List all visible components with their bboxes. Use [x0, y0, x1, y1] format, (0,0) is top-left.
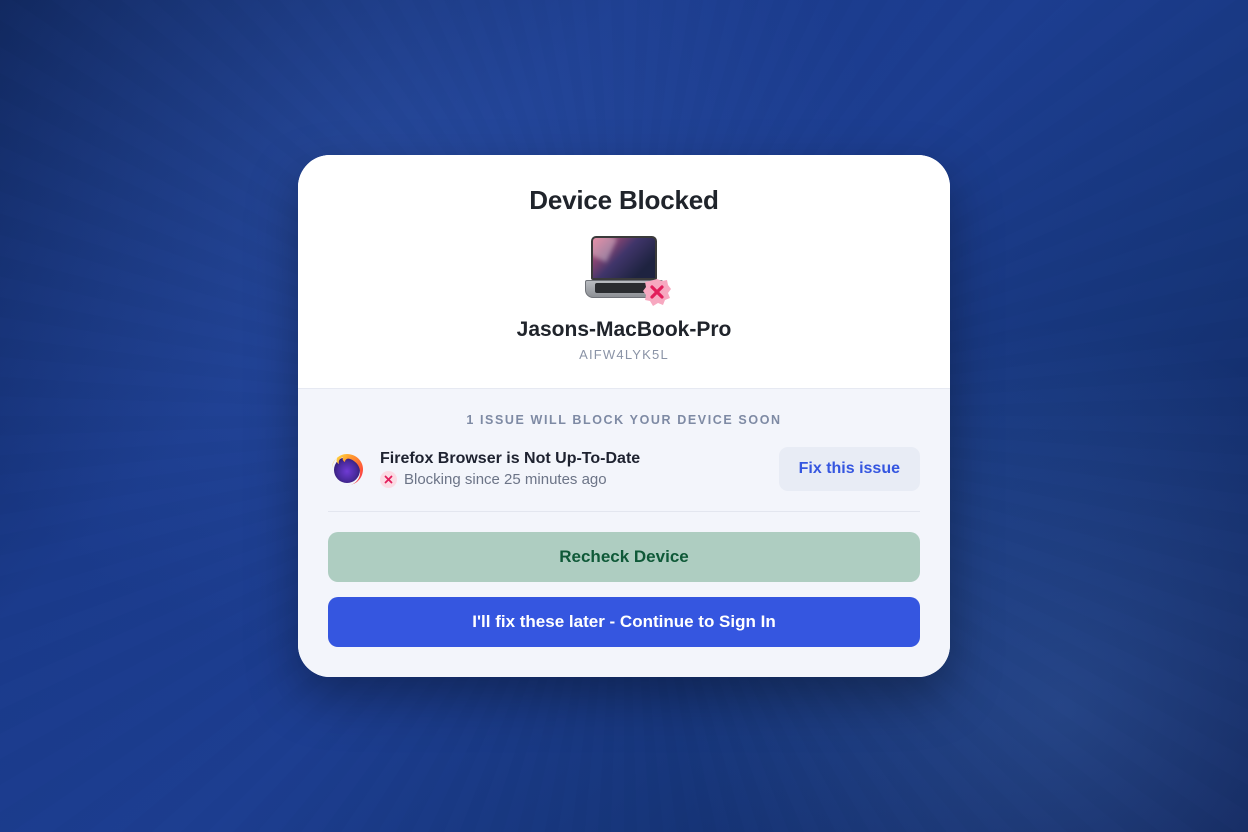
device-name: Jasons-MacBook-Pro [328, 318, 920, 342]
device-laptop-icon [581, 236, 667, 300]
issue-count-banner: 1 ISSUE WILL BLOCK YOUR DEVICE SOON [328, 413, 920, 427]
blocking-status-dot-icon [380, 471, 397, 488]
blocked-x-icon [643, 278, 671, 306]
firefox-icon [328, 450, 366, 488]
device-id: AIFW4LYK5L [328, 347, 920, 362]
modal-title: Device Blocked [328, 185, 920, 216]
recheck-device-button[interactable]: Recheck Device [328, 532, 920, 582]
issue-status-line: Blocking since 25 minutes ago [380, 471, 765, 488]
issue-row: Firefox Browser is Not Up-To-Date Blocki… [328, 447, 920, 512]
issue-title: Firefox Browser is Not Up-To-Date [380, 450, 765, 468]
modal-body: 1 ISSUE WILL BLOCK YOUR DEVICE SOON [298, 388, 950, 677]
laptop-screen-icon [591, 236, 657, 280]
issue-text: Firefox Browser is Not Up-To-Date Blocki… [380, 450, 765, 488]
fix-issue-button[interactable]: Fix this issue [779, 447, 920, 491]
issue-status-text: Blocking since 25 minutes ago [404, 471, 607, 488]
modal-header: Device Blocked Jasons-MacBook-Pro AIFW4L… [298, 155, 950, 388]
continue-sign-in-button[interactable]: I'll fix these later - Continue to Sign … [328, 597, 920, 647]
device-blocked-modal: Device Blocked Jasons-MacBook-Pro AIFW4L… [298, 155, 950, 677]
